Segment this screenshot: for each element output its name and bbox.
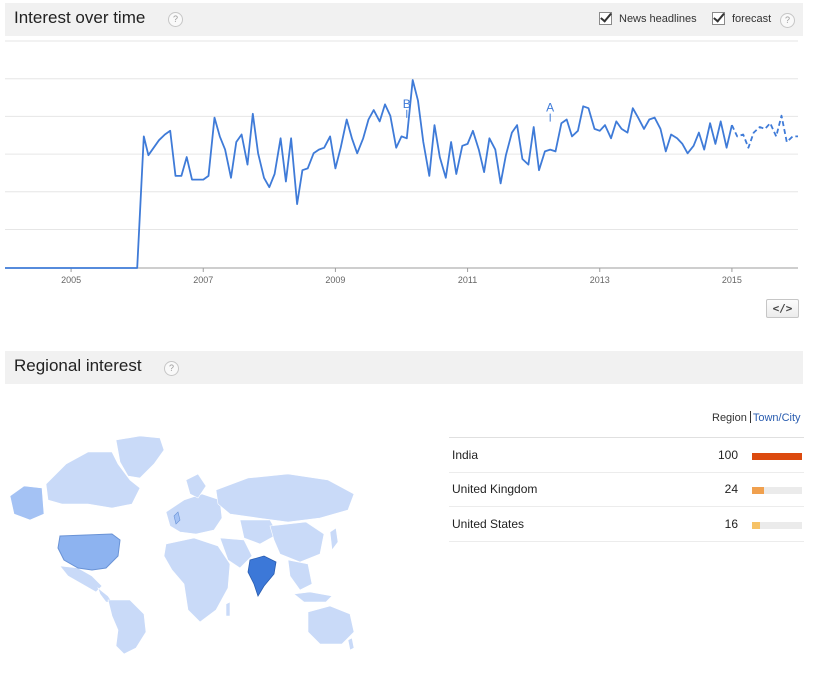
region-value: 24 [724,482,738,496]
chart-x-tick-label: 2013 [590,275,610,285]
toggle-separator [749,411,751,423]
world-map[interactable] [8,434,360,656]
map-japan [329,527,339,551]
region-bar-track [752,453,802,460]
chart-x-tick-label: 2005 [61,275,81,285]
map-alaska [9,485,45,521]
region-bar-fill [752,487,764,494]
map-russia [215,473,355,523]
world-map-graphic [9,435,355,655]
region-row[interactable]: United Kingdom 24 [449,472,804,507]
map-indonesia [293,591,333,603]
town-city-toggle-link[interactable]: Town/City [753,412,801,424]
chart-x-tick-label: 2009 [325,275,345,285]
chart-x-tick-label: 2007 [193,275,213,285]
map-india [247,555,277,597]
map-europe [165,493,223,535]
region-bar-track [752,522,802,529]
map-madagascar [225,601,231,617]
chart-x-tick-label: 2015 [722,275,742,285]
region-name: United Kingdom [452,482,538,496]
forecast-series-line [731,114,798,149]
region-row[interactable]: India 100 [449,437,804,473]
region-value: 16 [724,517,738,531]
region-name: United States [452,517,525,531]
map-south-america [107,599,147,655]
chart-annotation-label-b: B [403,97,411,111]
embed-code-button[interactable]: </> [766,299,799,318]
map-new-zealand [347,637,355,651]
region-city-toggle: Region Town/City [712,411,801,424]
regional-interest-title: Regional interest [14,356,142,375]
chart-annotation-label-a: A [546,101,554,115]
map-australia [307,605,355,645]
region-bar-fill [752,522,760,529]
map-united-states [57,533,121,571]
regional-interest-header: Regional interest ? [5,351,803,384]
map-africa [163,537,231,623]
chart-x-tick-label: 2011 [458,275,477,285]
region-name: India [452,448,479,462]
interest-over-time-chart: 2005 2007 2009 2011 2013 2015 A B [5,40,798,285]
map-southeast-asia [287,559,313,591]
region-row[interactable]: United States 16 [449,507,804,542]
region-bar-track [752,487,802,494]
region-bar-fill [752,453,802,460]
interest-series-line [5,79,733,269]
map-china [269,521,325,563]
regional-help-icon[interactable]: ? [164,361,179,376]
region-toggle-label[interactable]: Region [712,412,747,424]
region-value: 100 [717,448,738,462]
